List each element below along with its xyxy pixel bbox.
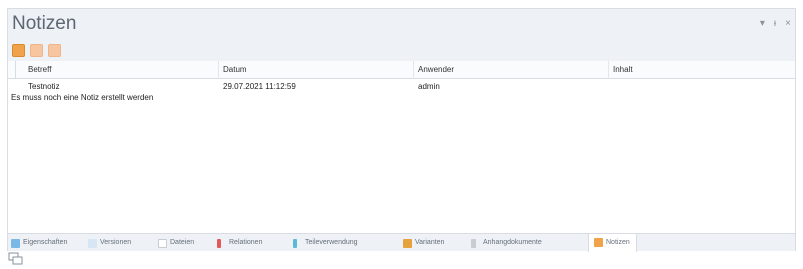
notes-panel: Notizen ▾ ᵼ × Betreff Datum Anwender Inh… xyxy=(7,8,796,252)
variants-icon xyxy=(403,239,412,248)
tab-anhangdokumente[interactable]: Anhangdokumente xyxy=(471,237,542,251)
tab-label: Anhangdokumente xyxy=(483,239,542,246)
new-note-icon[interactable] xyxy=(12,44,25,57)
column-divider[interactable] xyxy=(413,61,414,79)
notes-toolbar xyxy=(8,41,795,61)
notes-grid: Betreff Datum Anwender Inhalt Testnotiz … xyxy=(8,61,795,221)
column-header-inhalt[interactable]: Inhalt xyxy=(613,65,633,74)
tab-label: Teileverwendung xyxy=(305,239,358,246)
dropdown-icon[interactable]: ▾ xyxy=(760,18,765,29)
tab-label: Varianten xyxy=(415,239,445,246)
usage-icon xyxy=(293,239,297,248)
notes-icon xyxy=(594,238,603,247)
column-divider[interactable] xyxy=(218,61,219,79)
grid-header: Betreff Datum Anwender Inhalt xyxy=(8,61,795,79)
versions-icon xyxy=(88,239,97,248)
row-detail-text: Es muss noch eine Notiz erstellt werden xyxy=(11,93,154,102)
column-header-anwender[interactable]: Anwender xyxy=(418,65,454,74)
tab-teileverwendung[interactable]: Teileverwendung xyxy=(293,237,358,251)
column-header-betreff[interactable]: Betreff xyxy=(28,65,51,74)
tab-dateien[interactable]: Dateien xyxy=(158,237,194,251)
cell-datum: 29.07.2021 11:12:59 xyxy=(223,82,296,91)
panel-title: Notizen xyxy=(12,13,77,34)
edit-note-icon[interactable] xyxy=(30,44,43,57)
tab-relationen[interactable]: Relationen xyxy=(217,237,262,251)
column-divider[interactable] xyxy=(608,61,609,79)
bottom-tab-strip: Eigenschaften Versionen Dateien Relation… xyxy=(8,233,795,252)
attachment-icon xyxy=(471,239,476,248)
properties-icon xyxy=(11,239,20,248)
tab-eigenschaften[interactable]: Eigenschaften xyxy=(11,237,67,251)
window-controls: ▾ ᵼ × xyxy=(760,18,791,29)
panel-dock-icon[interactable] xyxy=(8,252,24,266)
delete-note-icon[interactable] xyxy=(48,44,61,57)
panel-titlebar: Notizen ▾ ᵼ × xyxy=(8,9,795,41)
tab-label: Notizen xyxy=(606,239,630,246)
close-icon[interactable]: × xyxy=(785,18,791,29)
file-icon xyxy=(158,239,167,248)
tab-notizen[interactable]: Notizen xyxy=(588,233,637,252)
relations-icon xyxy=(217,239,221,248)
tab-label: Relationen xyxy=(229,239,263,246)
tab-label: Dateien xyxy=(170,239,195,246)
cell-anwender: admin xyxy=(418,82,440,91)
column-header-datum[interactable]: Datum xyxy=(223,65,247,74)
table-row[interactable]: Testnotiz 29.07.2021 11:12:59 admin xyxy=(8,81,795,93)
row-selector-header xyxy=(8,61,16,79)
tab-versionen[interactable]: Versionen xyxy=(88,237,131,251)
pin-icon[interactable]: ᵼ xyxy=(774,18,776,29)
tab-varianten[interactable]: Varianten xyxy=(403,237,444,251)
tab-label: Versionen xyxy=(100,239,132,246)
tab-label: Eigenschaften xyxy=(23,239,68,246)
cell-betreff: Testnotiz xyxy=(28,82,60,91)
